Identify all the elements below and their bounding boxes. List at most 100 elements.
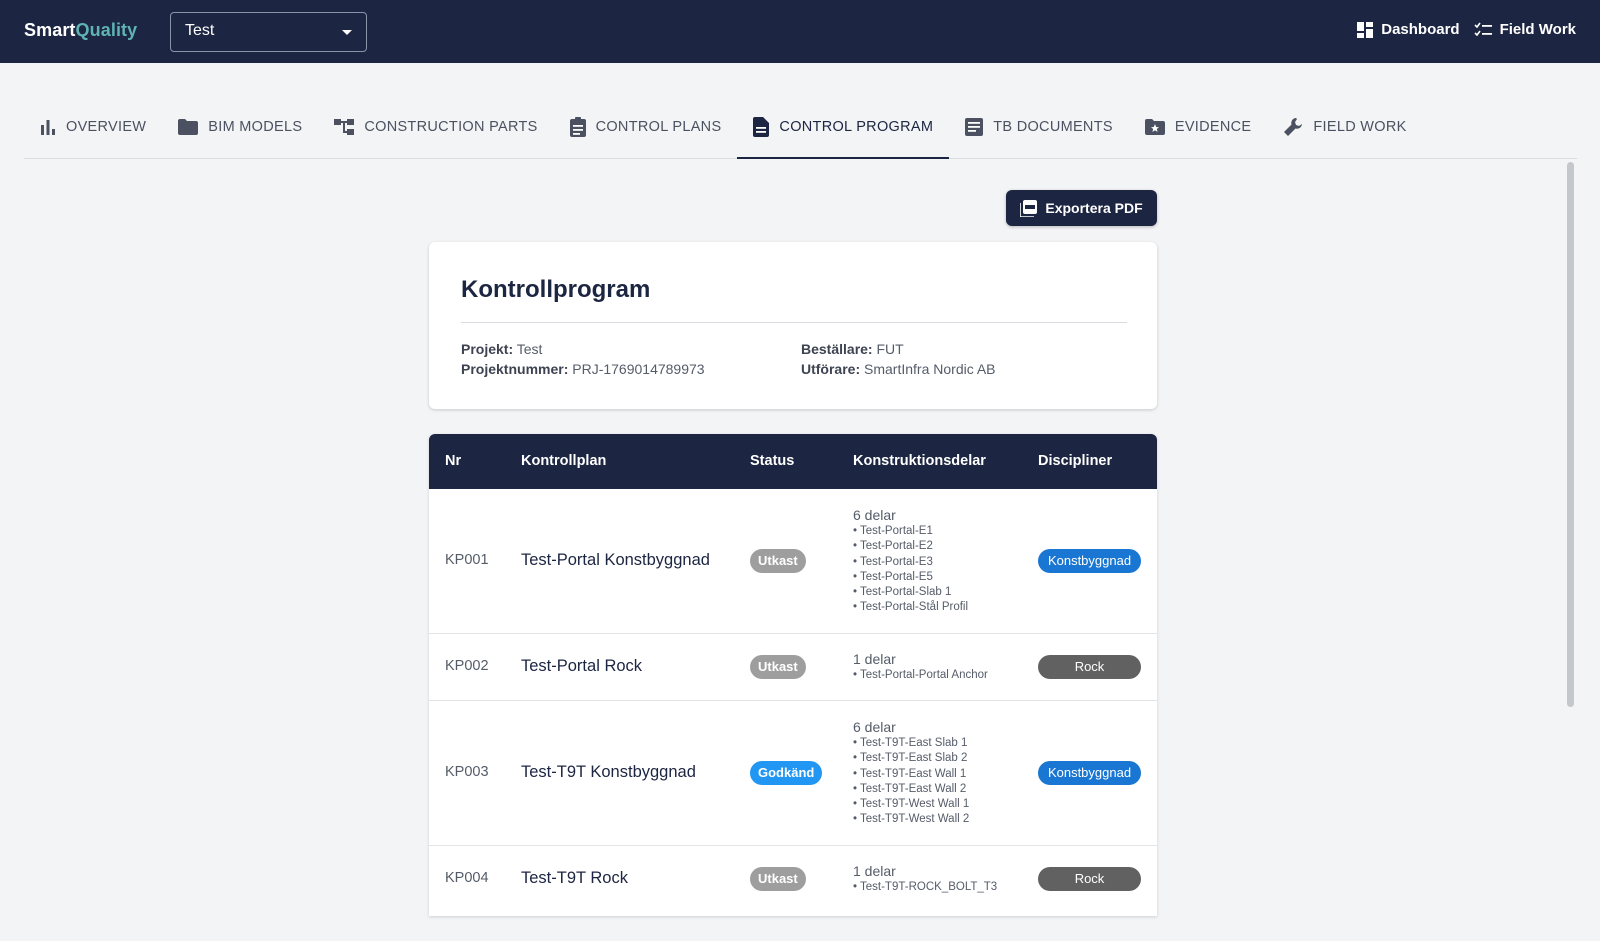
tab-label: CONSTRUCTION PARTS <box>364 119 538 135</box>
dashboard-link[interactable]: Dashboard <box>1357 21 1460 38</box>
control-program-table: Nr Kontrollplan Status Konstruktionsdela… <box>429 434 1157 916</box>
tab-label: TB DOCUMENTS <box>993 119 1113 135</box>
row-plan-name[interactable]: Test-Portal Konstbyggnad <box>521 551 710 570</box>
part-item: Test-T9T-ROCK_BOLT_T3 <box>853 880 997 895</box>
export-pdf-label: Exportera PDF <box>1045 200 1143 216</box>
tab-construction-parts[interactable]: CONSTRUCTION PARTS <box>318 96 553 158</box>
tab-control-plans[interactable]: CONTROL PLANS <box>554 96 738 158</box>
tab-label: BIM MODELS <box>208 119 303 135</box>
part-item: Test-T9T-East Wall 2 <box>853 782 969 797</box>
bestallare-label: Beställare: <box>801 341 873 357</box>
status-badge: Utkast <box>750 867 806 891</box>
part-item: Test-Portal-E3 <box>853 555 968 570</box>
row-plan-name[interactable]: Test-T9T Konstbyggnad <box>521 763 696 782</box>
row-plan-name[interactable]: Test-T9T Rock <box>521 869 628 888</box>
header-status: Status <box>750 453 795 469</box>
row-nr: KP002 <box>445 658 489 674</box>
document-icon <box>753 117 770 137</box>
projekt-label: Projekt: <box>461 341 514 357</box>
folder-icon <box>178 119 199 135</box>
account-tree-icon <box>334 119 355 135</box>
construction-parts: 1 delar Test-T9T-ROCK_BOLT_T3 <box>853 862 997 895</box>
status-badge: Utkast <box>750 655 806 679</box>
row-plan-name[interactable]: Test-Portal Rock <box>521 657 642 676</box>
part-item: Test-Portal-E2 <box>853 539 968 554</box>
discipline-chip: Konstbyggnad <box>1038 549 1141 573</box>
checklist-icon <box>1474 22 1492 36</box>
page-title: Kontrollprogram <box>461 276 651 303</box>
dashboard-label: Dashboard <box>1381 21 1460 38</box>
project-select-value: Test <box>185 22 215 39</box>
tab-tb-documents[interactable]: TB DOCUMENTS <box>949 96 1129 158</box>
utforare-label: Utförare: <box>801 361 861 377</box>
app-logo[interactable]: SmartQuality <box>24 20 137 41</box>
tab-bim-models[interactable]: BIM MODELS <box>162 96 318 158</box>
export-pdf-button[interactable]: Exportera PDF <box>1006 190 1157 226</box>
parts-count: 1 delar <box>853 863 896 879</box>
part-item: Test-Portal-Portal Anchor <box>853 668 988 683</box>
tab-control-program[interactable]: CONTROL PROGRAM <box>737 96 950 159</box>
table-row[interactable]: KP003 Test-T9T Konstbyggnad Godkänd 6 de… <box>429 701 1157 846</box>
projektnummer-value: PRJ-1769014789973 <box>572 361 705 377</box>
tab-label: CONTROL PROGRAM <box>779 119 934 135</box>
chevron-down-icon <box>342 30 352 35</box>
bestallare-value: FUT <box>876 341 904 357</box>
part-item: Test-Portal-Slab 1 <box>853 585 968 600</box>
scrollbar[interactable] <box>1564 160 1576 910</box>
header-discipliner: Discipliner <box>1038 453 1113 469</box>
field-work-label: Field Work <box>1499 21 1576 38</box>
pdf-icon <box>1020 199 1038 217</box>
field-work-link[interactable]: Field Work <box>1474 21 1576 38</box>
divider <box>461 322 1127 323</box>
part-item: Test-T9T-West Wall 2 <box>853 812 969 827</box>
tab-evidence[interactable]: EVIDENCE <box>1129 96 1268 158</box>
part-item: Test-Portal-Stål Profil <box>853 600 968 615</box>
part-item: Test-Portal-E1 <box>853 524 968 539</box>
row-nr: KP001 <box>445 552 489 568</box>
article-icon <box>965 118 984 136</box>
construction-parts: 6 delar Test-Portal-E1 Test-Portal-E2 Te… <box>853 506 968 616</box>
bar-chart-icon <box>41 120 55 135</box>
program-info-card: Kontrollprogram Projekt: Test Projektnum… <box>429 242 1157 409</box>
header-konstruktionsdelar: Konstruktionsdelar <box>853 453 986 469</box>
tab-label: EVIDENCE <box>1174 119 1252 135</box>
tab-field-work[interactable]: FIELD WORK <box>1267 96 1422 158</box>
utforare-value: SmartInfra Nordic AB <box>864 361 996 377</box>
folder-star-icon <box>1144 119 1165 135</box>
row-nr: KP003 <box>445 764 489 780</box>
tab-label: OVERVIEW <box>66 119 147 135</box>
clipboard-icon <box>569 117 586 137</box>
tab-label: FIELD WORK <box>1313 119 1407 135</box>
top-nav: Dashboard Field Work <box>1357 21 1576 38</box>
project-meta-left: Projekt: Test Projektnummer: PRJ-1769014… <box>461 339 705 379</box>
part-item: Test-Portal-E5 <box>853 570 968 585</box>
brand-name: Smart <box>24 20 76 40</box>
app-bar: SmartQuality Test Dashboard Field Work <box>0 0 1600 63</box>
projektnummer-label: Projektnummer: <box>461 361 569 377</box>
dashboard-icon <box>1357 21 1374 38</box>
table-header: Nr Kontrollplan Status Konstruktionsdela… <box>429 434 1157 489</box>
part-item: Test-T9T-West Wall 1 <box>853 797 969 812</box>
brand-accent: Quality <box>75 20 138 40</box>
row-nr: KP004 <box>445 870 489 886</box>
projekt-value: Test <box>516 341 543 357</box>
part-item: Test-T9T-East Wall 1 <box>853 767 969 782</box>
parts-count: 1 delar <box>853 651 896 667</box>
tab-overview[interactable]: OVERVIEW <box>24 96 162 158</box>
header-kontrollplan: Kontrollplan <box>521 453 607 469</box>
project-meta-right: Beställare: FUT Utförare: SmartInfra Nor… <box>801 339 996 379</box>
status-badge: Utkast <box>750 549 806 573</box>
discipline-chip: Konstbyggnad <box>1038 761 1141 785</box>
status-badge: Godkänd <box>750 761 823 785</box>
table-row[interactable]: KP002 Test-Portal Rock Utkast 1 delar Te… <box>429 634 1157 701</box>
part-item: Test-T9T-East Slab 1 <box>853 736 969 751</box>
table-row[interactable]: KP001 Test-Portal Konstbyggnad Utkast 6 … <box>429 489 1157 634</box>
discipline-chip: Rock <box>1038 867 1141 891</box>
table-row[interactable]: KP004 Test-T9T Rock Utkast 1 delar Test-… <box>429 846 1157 916</box>
parts-count: 6 delar <box>853 507 896 523</box>
tab-label: CONTROL PLANS <box>595 119 722 135</box>
header-nr: Nr <box>445 453 462 469</box>
scrollbar-thumb[interactable] <box>1567 162 1574 707</box>
project-select[interactable]: Test <box>170 12 367 52</box>
construction-parts: 6 delar Test-T9T-East Slab 1 Test-T9T-Ea… <box>853 718 969 828</box>
